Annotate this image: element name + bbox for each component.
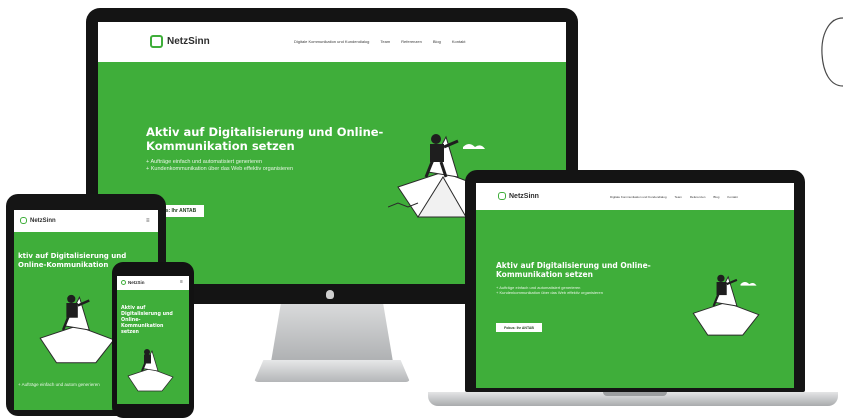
phone-screen: NetzSin ≡ Aktiv auf Digitalisierung und … xyxy=(117,276,189,404)
nav-item-kontakt[interactable]: Kontakt xyxy=(727,195,737,199)
monitor-stand-base xyxy=(254,360,410,382)
nav-item-kommunikation[interactable]: Digitale Kommunikation und Kundendialog xyxy=(610,195,667,199)
tablet-logo[interactable]: NetzSinn xyxy=(20,217,56,224)
monitor-stand-neck xyxy=(271,304,393,362)
mouse-icon xyxy=(821,17,843,87)
nav-item-referenzen[interactable]: Referenzen xyxy=(401,39,422,44)
nav-item-team[interactable]: Team xyxy=(675,195,682,199)
nav-item-blog[interactable]: Blog xyxy=(433,39,441,44)
desktop-hero-bullets: + Aufträge einfach und automatisiert gen… xyxy=(146,159,356,174)
tablet-hero-bullet: + Aufträge einfach und autom generieren xyxy=(18,382,100,387)
bullet-item: + Kundenkommunikation über das Web effek… xyxy=(146,166,294,173)
laptop-cta-button[interactable]: Fokus: Ihr ANTAB xyxy=(496,323,542,332)
man-on-paper-boat-illustration xyxy=(127,349,174,392)
brand-name: NetzSinn xyxy=(509,192,539,200)
desktop-logo[interactable]: NetzSinn xyxy=(150,35,210,48)
bullet-item: + Aufträge einfach und automatisiert gen… xyxy=(146,159,263,165)
man-on-paper-boat-illustration xyxy=(39,294,115,364)
brand-name: NetzSin xyxy=(128,280,145,285)
laptop-hero-bullets: + Aufträge einfach und automatisiert gen… xyxy=(496,285,646,296)
menu-icon[interactable]: ≡ xyxy=(146,218,152,224)
menu-icon[interactable]: ≡ xyxy=(180,280,183,285)
desktop-nav: Digitale Kommunikation und Kundendialog … xyxy=(294,39,465,44)
netzsinn-logo-icon xyxy=(150,35,163,48)
apple-logo-icon xyxy=(326,290,334,299)
netzsinn-logo-icon xyxy=(498,192,506,200)
tablet-hero-title: ktiv auf Digitalisierung und Online-Komm… xyxy=(18,252,127,269)
laptop-hero-title: Aktiv auf Digitalisierung und Online- Ko… xyxy=(496,261,651,280)
man-on-paper-boat-illustration xyxy=(692,274,760,336)
nav-item-kontakt[interactable]: Kontakt xyxy=(452,39,466,44)
laptop-notch xyxy=(603,392,667,396)
netzsinn-logo-icon xyxy=(20,217,27,224)
netzsinn-logo-icon xyxy=(121,280,126,285)
brand-name: NetzSinn xyxy=(167,36,210,47)
phone-logo[interactable]: NetzSin xyxy=(121,280,145,285)
nav-item-team[interactable]: Team xyxy=(380,39,390,44)
nav-item-kommunikation[interactable]: Digitale Kommunikation und Kundendialog xyxy=(294,39,369,44)
laptop-nav: Digitale Kommunikation und Kundendialog … xyxy=(610,195,738,199)
brand-name: NetzSinn xyxy=(30,217,56,224)
desktop-hero-title: Aktiv auf Digitalisierung und Online- Ko… xyxy=(146,125,384,154)
laptop-screen: NetzSinn Digitale Kommunikation und Kund… xyxy=(476,183,794,388)
laptop-logo[interactable]: NetzSinn xyxy=(498,192,539,200)
bullet-item: + Kundenkommunikation über das Web effek… xyxy=(496,290,603,296)
phone-hero-title: Aktiv auf Digitalisierung und Online- Ko… xyxy=(121,306,173,335)
nav-item-referenzen[interactable]: Referenzen xyxy=(690,195,706,199)
nav-item-blog[interactable]: Blog xyxy=(713,195,719,199)
